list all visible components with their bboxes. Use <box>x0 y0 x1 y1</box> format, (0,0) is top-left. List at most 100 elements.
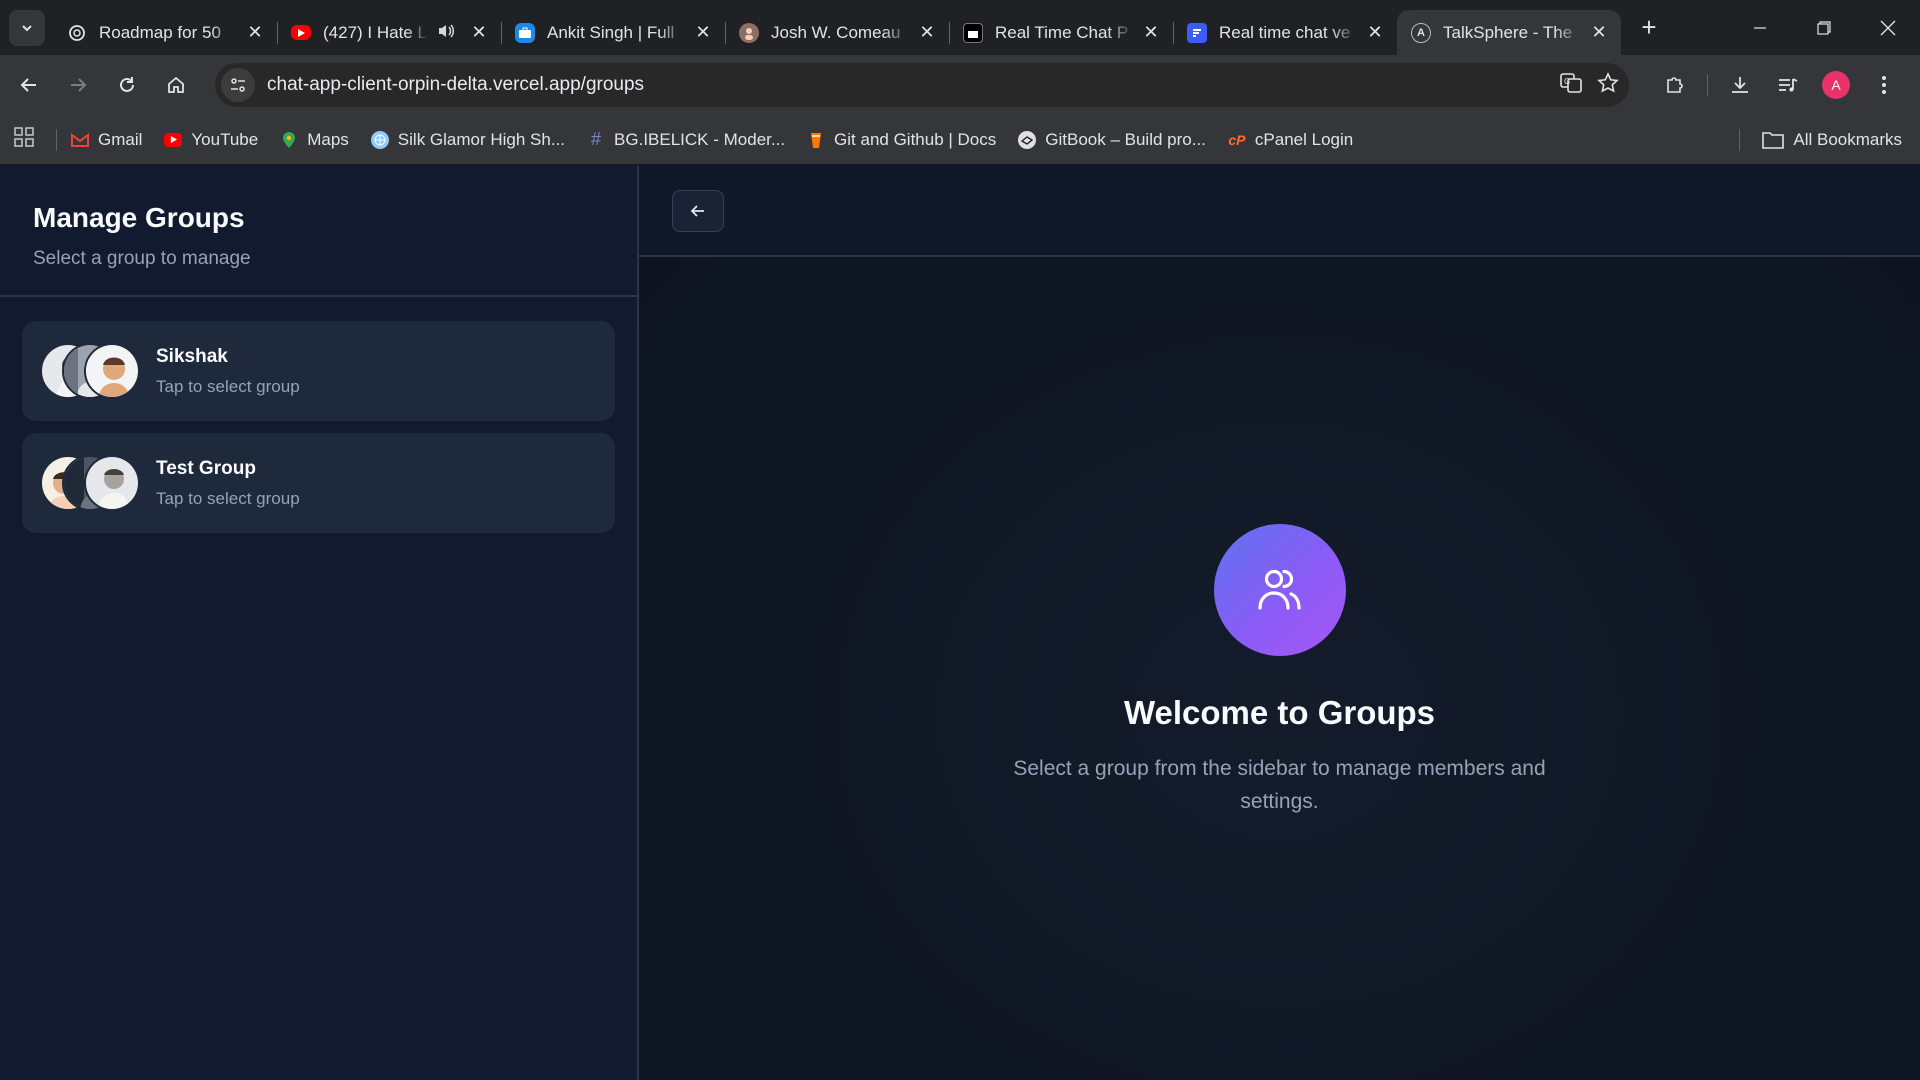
apps-grid-icon[interactable] <box>14 127 42 152</box>
group-item-sikshak[interactable]: Sikshak Tap to select group <box>22 321 615 421</box>
url-text[interactable]: chat-app-client-orpin-delta.vercel.app/g… <box>267 74 644 96</box>
forward-nav-button[interactable] <box>58 65 98 105</box>
tab-title: Ankit Singh | Full <box>547 22 675 42</box>
close-tab-icon[interactable]: ✕ <box>1589 22 1609 43</box>
bookmark-label: YouTube <box>191 129 259 149</box>
close-tab-icon[interactable]: ✕ <box>245 22 265 43</box>
bookmark-youtube[interactable]: YouTube <box>164 130 258 150</box>
reload-button[interactable] <box>107 65 147 105</box>
bookmarks-bar: Gmail YouTube Maps Silk Glamor High Sh..… <box>0 115 1920 165</box>
docs-icon <box>1187 22 1207 43</box>
tune-icon <box>231 78 245 92</box>
avatar: A <box>1822 71 1850 99</box>
member-avatar-stack <box>40 455 144 511</box>
restore-icon[interactable] <box>1792 0 1856 55</box>
back-nav-button[interactable] <box>9 65 49 105</box>
folder-icon <box>1762 131 1785 149</box>
browser-tab-strip: Roadmap for 50 ✕ (427) I Hate L ✕ Ankit … <box>0 0 1920 55</box>
bookmark-gmail[interactable]: Gmail <box>71 130 142 150</box>
youtube-icon <box>164 132 183 147</box>
empty-state: Welcome to Groups Select a group from th… <box>639 524 1920 818</box>
svg-text:G: G <box>1564 77 1570 86</box>
close-tab-icon[interactable]: ✕ <box>693 22 713 43</box>
window-controls <box>1728 0 1920 55</box>
browser-tab[interactable]: (427) I Hate L ✕ <box>277 10 501 55</box>
new-tab-button[interactable]: + <box>1635 12 1663 43</box>
tab-title: Roadmap for 50 <box>99 22 221 42</box>
tab-title: Josh W. Comeau <box>771 22 901 42</box>
bookmark-git-github[interactable]: Git and Github | Docs <box>807 130 996 150</box>
bookmark-maps[interactable]: Maps <box>280 130 349 150</box>
hash-icon: # <box>591 129 602 149</box>
bookmarks-divider <box>1739 129 1740 151</box>
back-button[interactable] <box>672 190 724 232</box>
group-item-test-group[interactable]: Test Group Tap to select group <box>22 433 615 533</box>
groups-sidebar: Manage Groups Select a group to manage S… <box>0 166 639 1080</box>
address-bar-actions: G <box>1559 63 1619 107</box>
empty-state-description: Select a group from the sidebar to manag… <box>1013 757 1546 813</box>
arrow-left-icon <box>690 205 704 217</box>
group-name: Sikshak <box>156 345 228 367</box>
extensions-icon[interactable] <box>1651 65 1699 105</box>
home-button[interactable] <box>156 65 196 105</box>
minimize-icon[interactable] <box>1728 0 1792 55</box>
browser-tab[interactable]: Real Time Chat P ✕ <box>949 10 1173 55</box>
browser-tab[interactable]: Real time chat ve ✕ <box>1173 10 1397 55</box>
chevron-down-icon <box>22 24 32 31</box>
empty-state-title: Welcome to Groups <box>1123 694 1436 731</box>
group-detail-panel: Welcome to Groups Select a group from th… <box>639 166 1920 1080</box>
tab-search-button[interactable] <box>9 9 45 46</box>
avatar-icon <box>739 22 759 43</box>
maps-icon <box>280 131 298 149</box>
speaker-icon[interactable] <box>437 23 455 43</box>
app-root: Manage Groups Select a group to manage S… <box>0 166 1920 1080</box>
toolbar-actions: A <box>1651 65 1908 105</box>
media-control-icon[interactable] <box>1764 65 1812 105</box>
address-bar[interactable]: chat-app-client-orpin-delta.vercel.app/g… <box>215 63 1629 107</box>
tab-title: Real time chat ve <box>1219 22 1351 42</box>
bookmark-cpanel[interactable]: cP cPanel Login <box>1228 130 1353 150</box>
youtube-icon <box>291 25 311 40</box>
profile-button[interactable]: A <box>1812 65 1860 105</box>
cpanel-icon: cP <box>1228 131 1246 148</box>
browser-tab[interactable]: Ankit Singh | Full ✕ <box>501 10 725 55</box>
close-tab-icon[interactable]: ✕ <box>1141 22 1161 43</box>
browser-tab[interactable]: Josh W. Comeau ✕ <box>725 10 949 55</box>
bookmark-label: Gmail <box>98 129 143 149</box>
close-tab-icon[interactable]: ✕ <box>1365 22 1385 43</box>
site-info-button[interactable] <box>221 68 255 102</box>
bookmark-label: Git and Github | Docs <box>834 129 997 149</box>
home-icon <box>168 76 184 93</box>
bookmark-label: BG.IBELICK - Moder... <box>614 129 786 149</box>
member-avatar-stack <box>40 343 144 399</box>
close-window-icon[interactable] <box>1856 0 1920 55</box>
tab-title: TalkSphere - The <box>1443 22 1573 42</box>
bookmark-label: cPanel Login <box>1254 129 1354 149</box>
more-menu-icon[interactable] <box>1860 65 1908 105</box>
bookmark-gitbook[interactable]: GitBook – Build pro... <box>1018 130 1206 150</box>
bookmark-silk-glamor[interactable]: Silk Glamor High Sh... <box>370 129 566 150</box>
bookmark-bg-ibelick[interactable]: # BG.IBELICK - Moder... <box>587 129 786 150</box>
bookmark-label: GitBook – Build pro... <box>1045 129 1206 149</box>
browser-toolbar: chat-app-client-orpin-delta.vercel.app/g… <box>0 55 1920 115</box>
browser-tab-active[interactable]: A TalkSphere - The ✕ <box>1397 10 1621 55</box>
arrow-right-icon <box>71 78 87 92</box>
all-bookmarks-button[interactable]: All Bookmarks <box>1762 115 1902 165</box>
browser-tab[interactable]: Roadmap for 50 ✕ <box>53 10 277 55</box>
group-hint: Tap to select group <box>156 488 300 508</box>
avatar <box>84 343 140 399</box>
bookmarks-divider <box>56 128 57 151</box>
bookmark-label: Silk Glamor High Sh... <box>397 129 566 149</box>
bookmark-star-icon[interactable] <box>1597 71 1619 99</box>
gitbook-icon <box>1018 130 1037 149</box>
group-text: Sikshak Tap to select group <box>156 346 300 397</box>
translate-icon[interactable]: G <box>1559 71 1583 100</box>
briefcase-icon <box>515 22 535 43</box>
bookmark-label: Maps <box>307 129 349 149</box>
download-icon[interactable] <box>1716 65 1764 105</box>
group-hint: Tap to select group <box>156 376 300 396</box>
sidebar-header: Manage Groups Select a group to manage <box>0 166 637 297</box>
close-tab-icon[interactable]: ✕ <box>469 22 489 43</box>
group-text: Test Group Tap to select group <box>156 458 300 509</box>
close-tab-icon[interactable]: ✕ <box>917 22 937 43</box>
